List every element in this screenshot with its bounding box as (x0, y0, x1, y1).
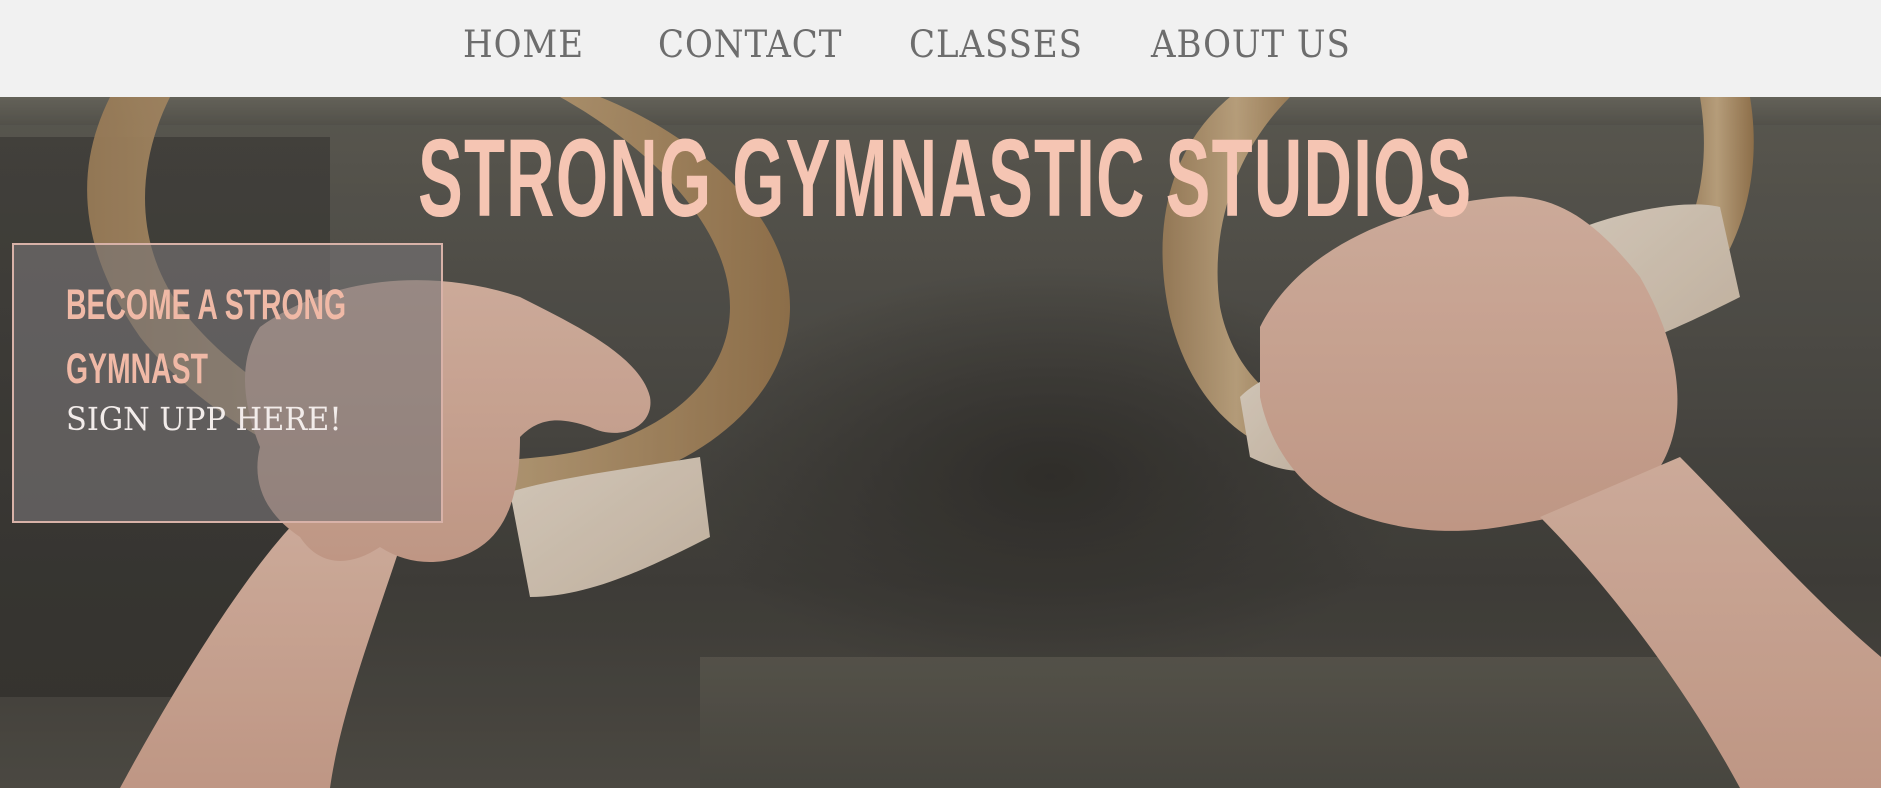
signup-heading-line1: BECOME A STRONG (66, 281, 347, 329)
signup-link[interactable]: SIGN UPP HERE! (66, 400, 342, 438)
nav-link-contact[interactable]: CONTACT (658, 20, 842, 70)
site-title: STRONG GYMNASTIC STUDIOS (418, 117, 1473, 240)
hero-banner: STRONG GYMNASTIC STUDIOS BECOME A STRONG… (0, 97, 1881, 788)
signup-heading-line2: GYMNAST (66, 345, 208, 393)
signup-heading: BECOME A STRONG GYMNAST (66, 273, 462, 401)
nav-link-about-us[interactable]: ABOUT US (1151, 20, 1351, 70)
signup-card[interactable]: BECOME A STRONG GYMNAST SIGN UPP HERE! (12, 243, 443, 523)
nav-link-home[interactable]: HOME (463, 20, 584, 70)
top-nav: HOME CONTACT CLASSES ABOUT US (0, 0, 1881, 97)
nav-link-classes[interactable]: CLASSES (909, 20, 1083, 70)
